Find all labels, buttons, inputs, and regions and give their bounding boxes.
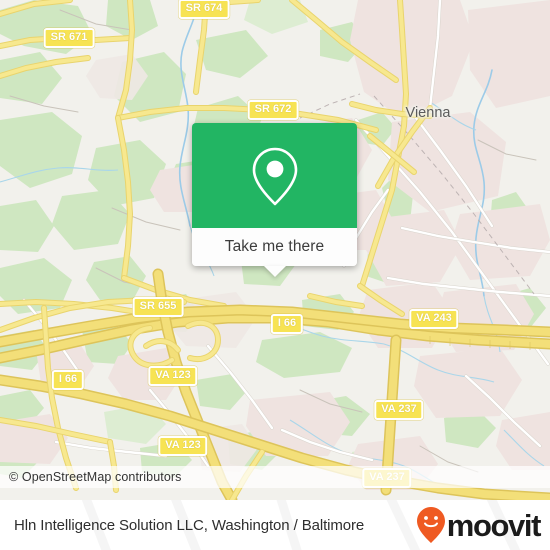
moovit-smiley-pin-icon xyxy=(416,507,445,543)
road-shield: SR 672 xyxy=(247,100,299,120)
location-popup-card[interactable]: Take me there xyxy=(192,123,357,277)
popup-tail xyxy=(263,266,286,277)
popup-action-bar[interactable]: Take me there xyxy=(192,228,357,277)
map-attribution-bar: © OpenStreetMap contributors xyxy=(0,466,550,488)
road-shield: VA 237 xyxy=(374,400,424,420)
road-shield: VA 243 xyxy=(409,309,459,329)
osm-attribution-text[interactable]: © OpenStreetMap contributors xyxy=(0,470,182,484)
page-title: Hln Intelligence Solution LLC, Washingto… xyxy=(14,516,365,534)
moovit-wordmark: moovit xyxy=(446,507,542,543)
map-canvas[interactable]: .grn{fill:#cfe7c1} .grn2{fill:#d9ecce} .… xyxy=(0,0,550,500)
take-me-there-label: Take me there xyxy=(224,238,325,255)
map-pin-icon xyxy=(252,147,297,205)
footer-bar: Hln Intelligence Solution LLC, Washingto… xyxy=(0,500,550,550)
road-shield: VA 123 xyxy=(148,366,198,386)
road-shield: I 66 xyxy=(270,314,304,334)
road-shield: VA 123 xyxy=(158,436,208,456)
road-shield: I 66 xyxy=(51,370,85,390)
popup-marker-area xyxy=(192,123,357,228)
moovit-logo[interactable]: moovit xyxy=(416,506,542,544)
road-shield: SR 671 xyxy=(43,28,95,48)
place-label-vienna: Vienna xyxy=(405,105,451,121)
road-shield: SR 674 xyxy=(178,0,230,19)
road-shield: SR 655 xyxy=(132,297,184,317)
